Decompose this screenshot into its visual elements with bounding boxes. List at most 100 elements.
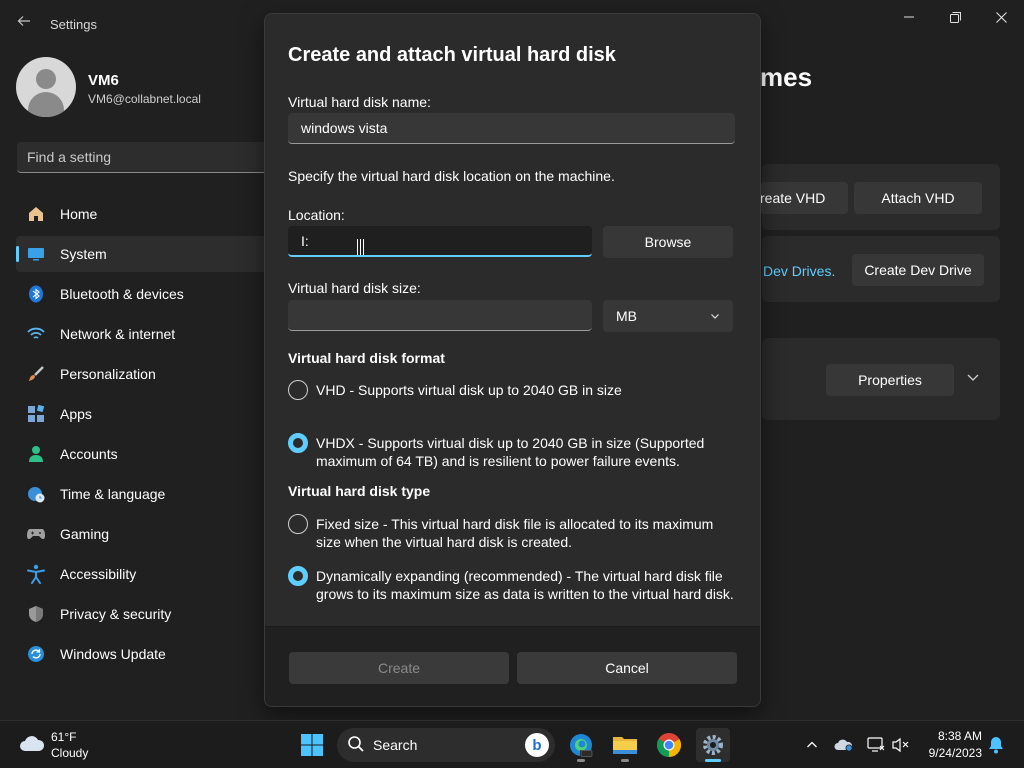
size-unit-dropdown[interactable]: MB	[603, 300, 733, 332]
edge-icon[interactable]	[564, 728, 598, 762]
accessibility-icon	[26, 564, 46, 584]
shield-icon	[26, 604, 46, 624]
dev-drives-link[interactable]: Dev Drives.	[763, 263, 835, 279]
chevron-down-icon	[710, 308, 720, 324]
type-option-label: Dynamically expanding (recommended) - Th…	[316, 568, 734, 602]
taskbar: 61°F Cloudy Search b 8:38 AM 9/24/2023	[0, 720, 1024, 768]
weather-temperature[interactable]: 61°F	[51, 730, 76, 744]
sidebar-item-gaming[interactable]: Gaming	[16, 516, 276, 552]
create-button[interactable]: Create	[289, 652, 509, 684]
weather-description[interactable]: Cloudy	[51, 746, 88, 760]
taskbar-search-label: Search	[373, 737, 418, 753]
onedrive-icon[interactable]	[834, 735, 854, 755]
chevron-down-icon[interactable]	[966, 370, 984, 388]
page-title: mes	[760, 62, 813, 92]
user-name: VM6	[88, 72, 119, 89]
sidebar-item-personalization[interactable]: Personalization	[16, 356, 276, 392]
sidebar-item-system[interactable]: System	[16, 236, 276, 272]
sidebar-item-windows-update[interactable]: Windows Update	[16, 636, 276, 672]
browse-button[interactable]: Browse	[603, 226, 733, 258]
create-dev-drive-button[interactable]: Create Dev Drive	[852, 254, 984, 286]
system-icon	[26, 244, 46, 264]
format-heading: Virtual hard disk format	[288, 350, 445, 366]
sidebar-item-privacy[interactable]: Privacy & security	[16, 596, 276, 632]
format-option-label: VHD - Supports virtual disk up to 2040 G…	[316, 382, 622, 398]
vhd-name-label: Virtual hard disk name:	[288, 94, 431, 110]
location-description: Specify the virtual hard disk location o…	[288, 168, 615, 184]
sidebar-item-label: Apps	[60, 406, 92, 422]
sidebar-item-home[interactable]: Home	[16, 196, 276, 232]
sidebar-item-label: Home	[60, 206, 98, 222]
app-running-indicator	[577, 759, 585, 762]
type-option-dynamic[interactable]: Dynamically expanding (recommended) - Th…	[288, 566, 738, 603]
volume-muted-icon[interactable]	[891, 735, 911, 755]
clock-time[interactable]: 8:38 AM	[932, 729, 982, 743]
app-active-indicator	[705, 759, 721, 762]
start-icon[interactable]	[295, 728, 329, 762]
sidebar-item-accounts[interactable]: Accounts	[16, 436, 276, 472]
back-arrow-icon[interactable]	[14, 14, 34, 34]
sidebar-item-bluetooth[interactable]: Bluetooth & devices	[16, 276, 276, 312]
network-icon[interactable]	[866, 735, 886, 755]
avatar[interactable]	[16, 57, 76, 117]
create-vhd-dialog: Create and attach virtual hard disk Virt…	[264, 13, 761, 707]
close-icon[interactable]	[978, 6, 1024, 28]
size-input[interactable]	[288, 300, 592, 331]
wifi-icon	[26, 324, 46, 344]
location-input[interactable]: I:	[288, 226, 592, 257]
update-icon	[26, 644, 46, 664]
avatar-head-shape	[36, 69, 56, 89]
cloud-icon[interactable]	[18, 733, 46, 753]
settings-icon[interactable]	[696, 728, 730, 762]
text-cursor-icon	[357, 239, 364, 255]
sidebar-item-label: Time & language	[60, 486, 166, 502]
notification-bell-icon[interactable]	[986, 735, 1006, 755]
home-icon	[26, 204, 46, 224]
sidebar-item-label: Accessibility	[60, 566, 137, 582]
apps-icon	[26, 404, 46, 424]
file-explorer-icon[interactable]	[608, 728, 642, 762]
cancel-button[interactable]: Cancel	[517, 652, 737, 684]
sidebar-item-time-language[interactable]: Time & language	[16, 476, 276, 512]
radio-checked-icon[interactable]	[288, 433, 308, 453]
sidebar-item-label: Gaming	[60, 526, 110, 542]
taskbar-search[interactable]: Search b	[337, 728, 555, 762]
clock-date[interactable]: 9/24/2023	[918, 746, 982, 760]
create-vhd-button[interactable]: reate VHD	[760, 182, 848, 214]
sidebar-item-label: System	[60, 246, 107, 262]
format-option-vhdx[interactable]: VHDX - Supports virtual disk up to 2040 …	[288, 433, 738, 470]
size-label: Virtual hard disk size:	[288, 280, 421, 296]
sidebar-item-accessibility[interactable]: Accessibility	[16, 556, 276, 592]
search-icon	[347, 735, 365, 756]
chevron-up-icon[interactable]	[802, 735, 822, 755]
chrome-icon[interactable]	[652, 728, 686, 762]
format-option-label: VHDX - Supports virtual disk up to 2040 …	[316, 435, 705, 469]
dialog-title: Create and attach virtual hard disk	[288, 44, 616, 66]
attach-vhd-button[interactable]: Attach VHD	[854, 182, 982, 214]
sidebar-item-label: Windows Update	[60, 646, 166, 662]
type-heading: Virtual hard disk type	[288, 483, 431, 499]
sidebar-item-label: Accounts	[60, 446, 118, 462]
properties-button[interactable]: Properties	[826, 364, 954, 396]
size-unit-value: MB	[616, 308, 637, 324]
app-running-indicator	[621, 759, 629, 762]
format-option-vhd[interactable]: VHD - Supports virtual disk up to 2040 G…	[288, 380, 738, 400]
globe-clock-icon	[26, 484, 46, 504]
gamepad-icon	[26, 524, 46, 544]
bing-icon[interactable]: b	[525, 733, 549, 757]
radio-unchecked-icon[interactable]	[288, 514, 308, 534]
vhd-name-input[interactable]: windows vista	[288, 113, 735, 144]
bluetooth-icon	[26, 284, 46, 304]
type-option-fixed[interactable]: Fixed size - This virtual hard disk file…	[288, 514, 738, 551]
search-input[interactable]: Find a setting	[17, 142, 277, 173]
sidebar-item-network[interactable]: Network & internet	[16, 316, 276, 352]
sidebar-item-apps[interactable]: Apps	[16, 396, 276, 432]
radio-unchecked-icon[interactable]	[288, 380, 308, 400]
radio-checked-icon[interactable]	[288, 566, 308, 586]
user-email: VM6@collabnet.local	[88, 92, 201, 106]
sidebar-item-label: Privacy & security	[60, 606, 172, 622]
maximize-icon[interactable]	[932, 6, 978, 28]
minimize-icon[interactable]	[886, 6, 932, 28]
app-title: Settings	[50, 17, 97, 32]
type-option-label: Fixed size - This virtual hard disk file…	[316, 516, 714, 550]
